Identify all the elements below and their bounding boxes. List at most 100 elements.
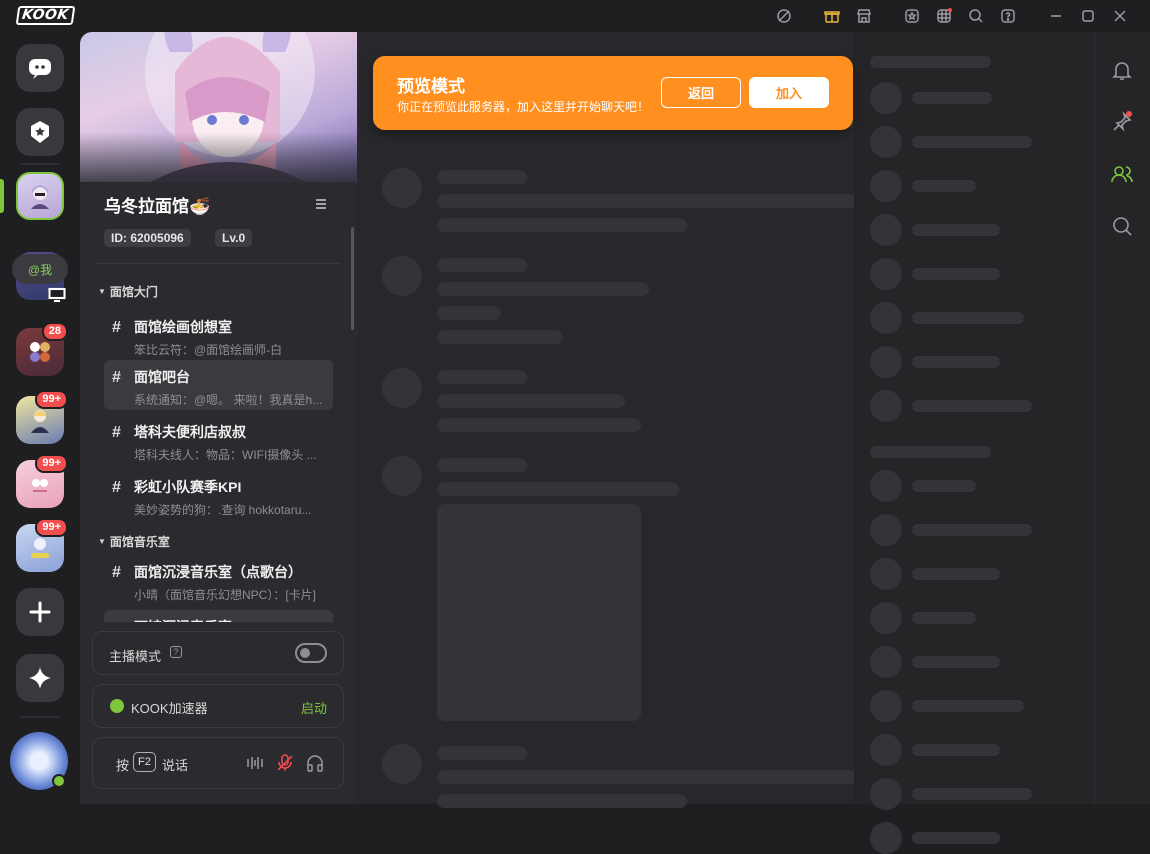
search-icon[interactable] [968, 8, 984, 24]
bottom-controls: 主播模式 ? KOOK加速器 启动 按 F2 说话 [80, 622, 357, 804]
right-rail [1094, 32, 1150, 804]
skeleton-line [437, 458, 527, 472]
category-header[interactable]: ▼ 面馆大门 [98, 283, 158, 300]
members-icon[interactable] [1111, 163, 1133, 185]
skeleton-avatar [870, 558, 902, 590]
hash-icon: # [112, 319, 121, 336]
search-icon[interactable] [1111, 215, 1133, 237]
online-status-dot [52, 774, 66, 788]
sparkle-icon [29, 667, 51, 689]
gift-icon[interactable] [824, 8, 840, 24]
store-icon[interactable] [856, 8, 872, 24]
leaf-icon [110, 699, 124, 713]
accelerator-start-button[interactable]: 启动 [301, 698, 327, 717]
headphones-icon[interactable] [305, 753, 325, 778]
skeleton-avatar [382, 256, 422, 296]
category-label: 面馆大门 [109, 285, 158, 299]
channel-last-message: 塔科夫线人：物品：WIFI摄像头 ... [134, 448, 317, 462]
close-icon[interactable] [1112, 8, 1128, 24]
guild-5[interactable]: 99+ [16, 454, 68, 508]
guild-avatar-icon [32, 479, 48, 492]
skeleton-avatar [870, 690, 902, 722]
accelerator-row: KOOK加速器 启动 [92, 684, 344, 728]
scrollbar[interactable] [351, 227, 354, 330]
channel-last-message: 小晴（面馆音乐幻想NPC）：[卡片] [134, 588, 317, 602]
hamburger-menu-icon[interactable] [313, 196, 329, 212]
accelerator-label: KOOK加速器 [131, 701, 208, 716]
maximize-icon[interactable] [1080, 8, 1096, 24]
skeleton-line [912, 224, 1000, 236]
bell-icon[interactable] [1111, 59, 1133, 81]
active-guild-indicator [0, 179, 4, 213]
explore-button[interactable] [16, 654, 64, 702]
skeleton-avatar [870, 778, 902, 810]
title-bar: KOOK [0, 0, 1150, 32]
skeleton-line [912, 268, 1000, 280]
skeleton-image [437, 504, 641, 721]
mic-muted-icon[interactable] [275, 753, 295, 778]
add-server-button[interactable] [16, 588, 64, 636]
chat-bubble-icon [29, 59, 51, 79]
channel-name: 面馆吧台 [134, 369, 190, 385]
guild-udon-ramen[interactable] [16, 172, 64, 220]
help-icon[interactable] [1000, 8, 1016, 24]
pin-icon[interactable] [1111, 111, 1133, 133]
guild-separator [20, 716, 60, 718]
skeleton-avatar [382, 168, 422, 208]
grid-icon[interactable] [936, 8, 952, 24]
category-header[interactable]: ▼ 面馆音乐室 [98, 533, 170, 550]
channel-item[interactable]: # 彩虹小队赛季KPI 美妙姿势的狗：.查询 hokkotaru... [104, 470, 333, 520]
skeleton-line [437, 418, 641, 432]
skeleton-avatar [382, 456, 422, 496]
guild-4[interactable]: 99+ [16, 390, 68, 444]
guild-avatar-icon [31, 538, 49, 558]
divider [96, 263, 340, 264]
channel-item-selected[interactable]: # 面馆吧台 系统通知：@嗯。 来啦！我真是h... [104, 360, 333, 410]
preview-mode-banner: 预览模式 你正在预览此服务器，加入这里并开始聊天吧！ 返回 加入 [373, 56, 853, 130]
help-icon[interactable]: ? [170, 646, 182, 658]
skeleton-line [437, 218, 687, 232]
channel-item[interactable]: # 塔科夫便利店叔叔 塔科夫线人：物品：WIFI摄像头 ... [104, 415, 333, 465]
skeleton-avatar [870, 170, 902, 202]
hash-icon: # [112, 564, 121, 581]
join-button[interactable]: 加入 [749, 77, 829, 108]
skeleton-line [912, 700, 1024, 712]
skeleton-line [437, 370, 527, 384]
skeleton-line [912, 612, 976, 624]
server-name[interactable]: 乌冬拉面馆🍜 [104, 192, 210, 217]
skeleton-avatar [870, 734, 902, 766]
server-id-chip[interactable]: ID: 62005096 [104, 229, 191, 247]
direct-messages-button[interactable] [16, 44, 64, 92]
screen-share-icon [48, 287, 66, 303]
channel-item[interactable]: # 面馆绘画创想室 笨比云符：@面馆绘画师-白 [104, 310, 333, 360]
user-avatar[interactable] [10, 732, 68, 790]
skeleton-avatar [382, 368, 422, 408]
skeleton-line [912, 400, 1032, 412]
kook-logo: KOOK [15, 6, 75, 25]
caret-down-icon: ▼ [98, 287, 106, 296]
skeleton-line [912, 524, 1032, 536]
voice-activity-icon[interactable] [245, 753, 265, 778]
channel-name: 塔科夫便利店叔叔 [134, 424, 246, 440]
discover-button[interactable] [16, 108, 64, 156]
guild-6[interactable]: 99+ [16, 518, 68, 572]
channel-name: 彩虹小队赛季KPI [134, 479, 242, 495]
skeleton-avatar [870, 646, 902, 678]
guild-3[interactable]: 28 [16, 322, 68, 376]
badge-icon[interactable] [904, 8, 920, 24]
skeleton-line [912, 568, 1000, 580]
back-button[interactable]: 返回 [661, 77, 741, 108]
skeleton-line [437, 306, 501, 320]
mention-me-pill[interactable]: @我 [12, 254, 68, 284]
channel-item[interactable]: # 面馆沉浸音乐室（点歌台） 小晴（面馆音乐幻想NPC）：[卡片] [104, 555, 333, 605]
ptt-key[interactable]: F2 [133, 752, 156, 772]
unread-badge: 99+ [35, 454, 68, 473]
nitro-icon[interactable] [776, 8, 792, 24]
skeleton-line [437, 770, 857, 784]
skeleton-avatar [870, 514, 902, 546]
streamer-mode-toggle[interactable] [295, 643, 327, 663]
plus-icon [29, 601, 51, 623]
skeleton-line [912, 92, 992, 104]
minimize-icon[interactable] [1048, 8, 1064, 24]
skeleton-line [912, 832, 1000, 844]
